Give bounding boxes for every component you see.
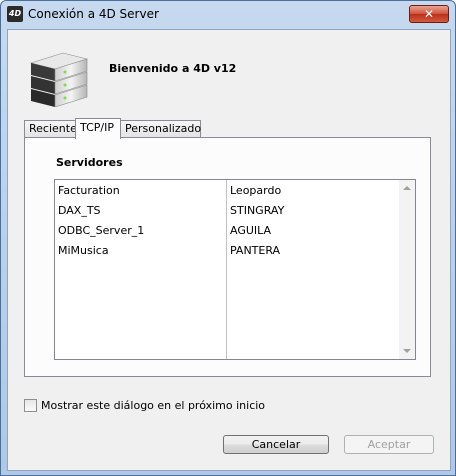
server-name-cell[interactable]: ODBC_Server_1 [58, 221, 144, 241]
show-dialog-label[interactable]: Mostrar este diálogo en el próximo inici… [41, 399, 265, 412]
close-button[interactable]: ✕ [409, 5, 449, 23]
tab-tcp-ip[interactable]: TCP/IP [75, 118, 121, 139]
server-host-cell[interactable]: PANTERA [230, 241, 280, 261]
server-name-cell[interactable]: MiMusica [58, 241, 109, 261]
welcome-text: Bienvenido a 4D v12 [109, 62, 237, 75]
list-scrollbar[interactable] [399, 180, 415, 359]
title-bar: 4D Conexión a 4D Server ✕ [1, 1, 455, 27]
cancel-button[interactable]: Cancelar [223, 435, 329, 454]
show-dialog-checkbox[interactable] [24, 399, 37, 412]
server-host-cell[interactable]: STINGRAY [230, 201, 284, 221]
scroll-down-arrow-icon[interactable] [403, 349, 411, 353]
tcp-ip-panel: Servidores Facturation DAX_TS ODBC_Serve… [24, 137, 431, 377]
server-stack-icon [29, 52, 89, 107]
server-name-cell[interactable]: Facturation [58, 181, 120, 201]
servers-list[interactable]: Facturation DAX_TS ODBC_Server_1 MiMusic… [54, 179, 416, 360]
accept-button[interactable]: Aceptar [344, 435, 434, 454]
window-title: Conexión a 4D Server [28, 7, 159, 21]
tab-personalizado[interactable]: Personalizado [120, 120, 201, 137]
server-name-cell[interactable]: DAX_TS [58, 201, 101, 221]
app-4d-icon: 4D [7, 6, 23, 22]
servers-heading: Servidores [56, 156, 123, 169]
scroll-up-arrow-icon[interactable] [403, 186, 411, 190]
tab-reciente[interactable]: Reciente [24, 120, 77, 137]
dialog-window: 4D Conexión a 4D Server ✕ Bienvenido a 4… [0, 0, 456, 476]
server-host-cell[interactable]: Leopardo [230, 181, 281, 201]
server-host-cell[interactable]: AGUILA [230, 221, 271, 241]
server-name-column: Facturation DAX_TS ODBC_Server_1 MiMusic… [55, 180, 227, 359]
server-host-column: Leopardo STINGRAY AGUILA PANTERA [227, 180, 400, 359]
dialog-body: Bienvenido a 4D v12 Reciente TCP/IP Pers… [7, 29, 451, 471]
